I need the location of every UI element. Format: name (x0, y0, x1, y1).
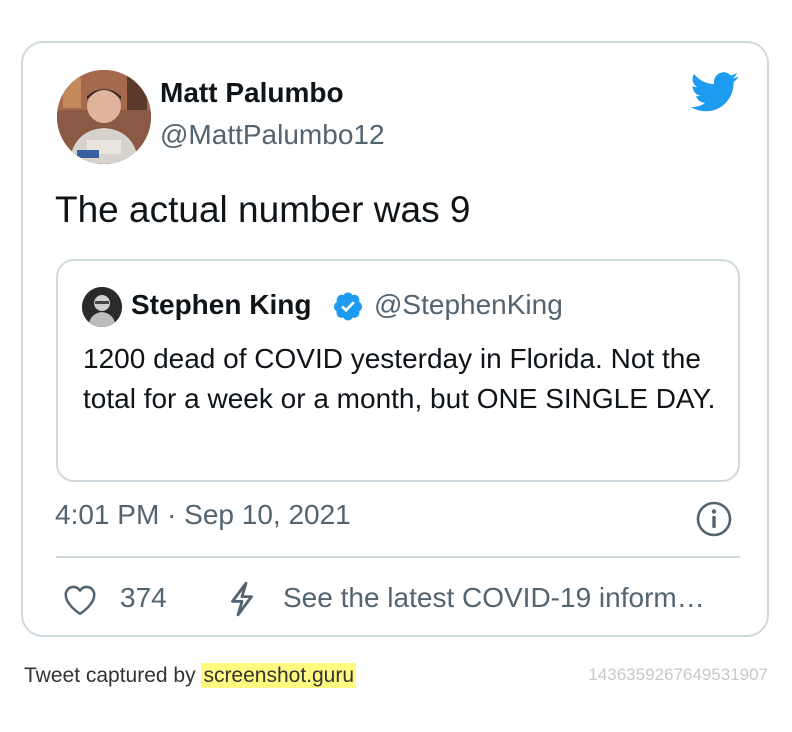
divider (56, 556, 740, 558)
quoted-tweet[interactable]: Stephen King @StephenKing 1200 dead of C… (56, 259, 740, 482)
info-icon[interactable] (695, 500, 733, 538)
screenshot-guru-link[interactable]: screenshot.guru (201, 663, 357, 688)
covid-info-link[interactable]: See the latest COVID-19 inform… (283, 582, 705, 614)
quoted-tweet-text: 1200 dead of COVID yesterday in Florida.… (83, 343, 716, 414)
tweet-card: Matt Palumbo @MattPalumbo12 The actual n… (21, 41, 769, 637)
author-handle[interactable]: @MattPalumbo12 (160, 119, 385, 151)
bolt-icon[interactable] (223, 580, 261, 618)
verified-badge-icon (332, 290, 364, 322)
author-name[interactable]: Matt Palumbo (160, 77, 344, 109)
tweet-id: 1436359267649531907 (588, 665, 768, 684)
tweet-timestamp[interactable]: 4:01 PM · Sep 10, 2021 (55, 499, 351, 531)
heart-icon[interactable] (62, 582, 98, 618)
author-avatar[interactable] (57, 70, 151, 164)
quoted-author-avatar[interactable] (82, 287, 122, 327)
quoted-author-name[interactable]: Stephen King (131, 289, 311, 321)
tweet-text: The actual number was 9 (55, 189, 471, 230)
like-count[interactable]: 374 (120, 582, 167, 614)
capture-credit: Tweet captured by screenshot.guru (24, 663, 357, 688)
twitter-bird-icon[interactable] (690, 72, 739, 112)
capture-credit-prefix: Tweet captured by (24, 664, 202, 687)
quoted-author-handle[interactable]: @StephenKing (374, 289, 563, 321)
